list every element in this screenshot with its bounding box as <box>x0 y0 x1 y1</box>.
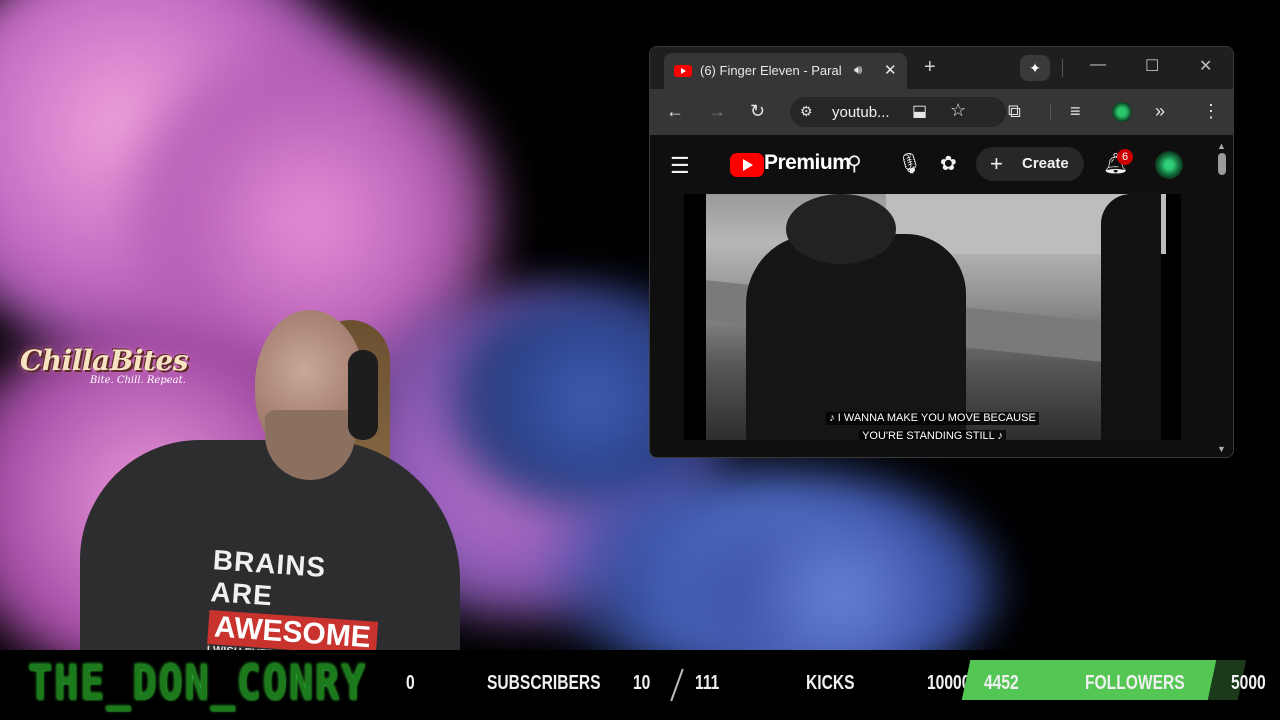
media-icon[interactable]: ≡ <box>1070 101 1081 121</box>
subscribers-count: 0 <box>406 672 415 694</box>
divider <box>1062 59 1063 77</box>
kicks-divider <box>670 668 684 702</box>
avatar[interactable] <box>1155 151 1183 179</box>
star-icon[interactable]: ☆ <box>950 100 966 121</box>
kicks-label: KICKS <box>806 672 855 694</box>
search-icon[interactable]: ⚲ <box>847 151 862 176</box>
back-icon[interactable]: ← <box>666 101 684 121</box>
menu-icon[interactable]: ☰ <box>670 153 690 179</box>
smoke-blue-3 <box>680 520 1000 670</box>
forward-icon[interactable]: → <box>708 101 726 121</box>
tab-youtube[interactable]: (6) Finger Eleven - Paral 🔊︎ ✕ <box>664 53 907 89</box>
minimize-icon[interactable]: — <box>1090 56 1106 74</box>
kicks-current: 10 <box>633 672 651 694</box>
headset <box>348 350 378 440</box>
cast-icon[interactable]: ✿ <box>940 151 957 176</box>
scroll-down-icon[interactable]: ▼ <box>1217 444 1226 454</box>
caption-line-1: ♪ I WANNA MAKE YOU MOVE BECAUSE <box>826 412 1039 425</box>
window-close-icon[interactable]: ✕ <box>1199 56 1212 76</box>
mic-icon[interactable]: 🎙︎ <box>897 151 922 176</box>
video-frame <box>706 194 1166 440</box>
followers-goal: 5000 <box>1231 672 1266 694</box>
youtube-logo-icon[interactable] <box>730 153 764 177</box>
youtube-icon <box>674 65 692 77</box>
profile-icon[interactable] <box>1112 102 1132 122</box>
create-label: Create <box>1022 155 1069 172</box>
browser-window: (6) Finger Eleven - Paral 🔊︎ ✕ + ✦ — ☐ ✕… <box>649 46 1234 458</box>
notification-badge: 6 <box>1117 149 1133 165</box>
plus-icon[interactable]: + <box>924 57 936 77</box>
subscribers-label: SUBSCRIBERS <box>487 672 601 694</box>
maximize-icon[interactable]: ☐ <box>1145 56 1159 76</box>
streamer-webcam: BRAINS ARE AWESOME I WISH EVERYO <box>60 300 480 662</box>
reload-icon[interactable]: ↻ <box>750 101 765 121</box>
address-bar[interactable]: ⚙ youtub... ⬓ ☆ <box>790 97 1006 127</box>
followers-current: 4452 <box>984 672 1019 694</box>
scrollbar-thumb[interactable] <box>1218 153 1226 175</box>
kebab-menu-icon[interactable]: ⋮ <box>1202 101 1220 121</box>
video-player[interactable]: ♪ I WANNA MAKE YOU MOVE BECAUSE YOU'RE S… <box>684 194 1181 440</box>
create-button[interactable]: + Create <box>976 147 1084 181</box>
shirt-line-1: BRAINS ARE <box>209 544 328 612</box>
scroll-up-icon[interactable]: ▲ <box>1217 141 1226 151</box>
tab-strip: (6) Finger Eleven - Paral 🔊︎ ✕ + ✦ — ☐ ✕ <box>650 47 1233 89</box>
stream-stats-bar: THE_DON_CONRY 0 SUBSCRIBERS 10 111 KICKS… <box>0 650 1280 720</box>
youtube-page: ☰ Premium ⚲ 🎙︎ ✿ + Create 🔔︎ 6 ▲ ▼ ♪ I W… <box>650 135 1233 457</box>
caption-line-2: YOU'RE STANDING STILL ♪ <box>859 430 1006 440</box>
browser-toolbar: ← → ↻ ⚙ youtub... ⬓ ☆ ⧉ ≡ » ⋮ <box>650 89 1233 135</box>
site-info-icon[interactable]: ⚙ <box>800 103 813 120</box>
url-text[interactable]: youtub... <box>832 104 890 121</box>
youtube-premium-label[interactable]: Premium <box>764 151 851 175</box>
install-icon[interactable]: ⬓ <box>912 101 927 121</box>
speaker-icon[interactable]: 🔊︎ <box>854 62 862 78</box>
video-figure-2 <box>1101 194 1161 440</box>
followers-label: FOLLOWERS <box>1085 672 1185 694</box>
video-figure-hair <box>786 194 896 264</box>
kicks-goal: 111 <box>695 672 720 694</box>
overflow-extensions-icon[interactable]: » <box>1155 101 1165 121</box>
gemini-icon[interactable]: ✦ <box>1020 55 1050 81</box>
video-caption: ♪ I WANNA MAKE YOU MOVE BECAUSE YOU'RE S… <box>684 408 1181 440</box>
plus-icon: + <box>990 151 1003 176</box>
tab-title: (6) Finger Eleven - Paral <box>700 63 842 78</box>
channel-name: THE_DON_CONRY <box>28 656 368 712</box>
close-icon[interactable]: ✕ <box>884 61 897 79</box>
extensions-icon[interactable]: ⧉ <box>1008 101 1021 121</box>
divider <box>1050 103 1051 121</box>
